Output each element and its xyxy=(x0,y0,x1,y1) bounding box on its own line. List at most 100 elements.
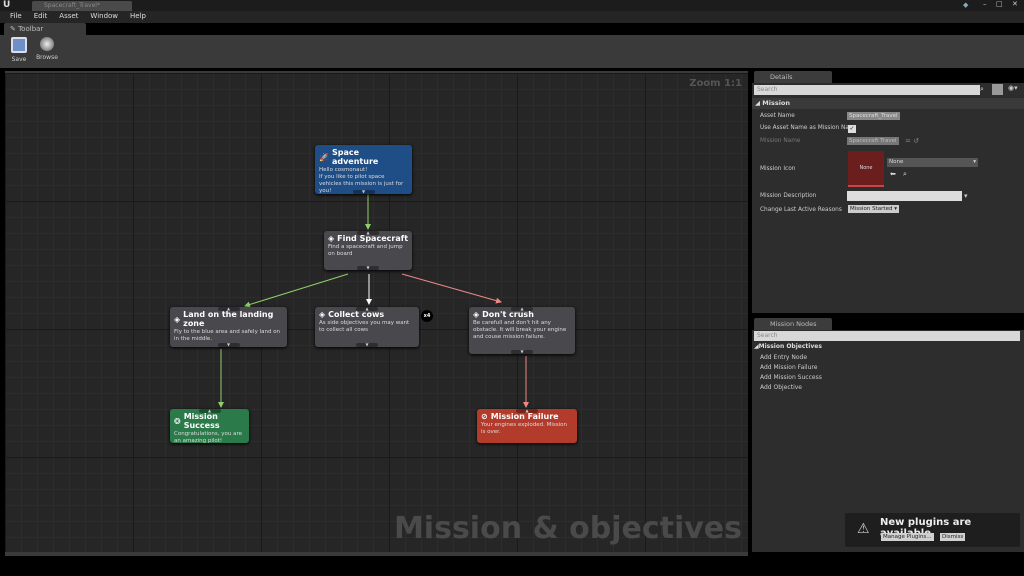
asset-name-label: Asset Name xyxy=(760,113,795,119)
browse-button[interactable]: Browse xyxy=(34,37,60,61)
input-pin[interactable]: ▲ xyxy=(356,307,378,311)
search-icon[interactable]: ⌕ xyxy=(980,85,984,94)
browse-icon[interactable]: ⌕ xyxy=(903,170,907,179)
chevron-down-icon: ▾ xyxy=(973,159,976,165)
output-pin[interactable]: ▼ xyxy=(357,266,379,270)
node-title: Mission Success xyxy=(183,412,220,430)
document-tab[interactable]: Spacecraft_Travel* xyxy=(32,1,132,11)
maximize-button[interactable]: □ xyxy=(996,0,1003,8)
input-pin[interactable]: ▲ xyxy=(198,409,221,413)
section-mission[interactable]: ◢ Mission xyxy=(752,98,1024,109)
node-title: Land on the landing zone xyxy=(183,310,274,328)
close-button[interactable]: ✕ xyxy=(1012,0,1018,8)
nodes-search-input[interactable]: Search xyxy=(754,331,1020,341)
expand-arrow-icon[interactable]: ▾ xyxy=(964,192,968,200)
output-pin[interactable]: ▼ xyxy=(217,343,240,347)
title-bar: U Spacecraft_Travel* ◆ – □ ✕ xyxy=(0,0,1024,11)
menu-edit[interactable]: Edit xyxy=(28,11,54,23)
asset-name-value: Spacecraft_Travel xyxy=(847,112,900,120)
menu-window[interactable]: Window xyxy=(84,11,124,23)
node-mission-success[interactable]: ▲ ❂ Mission Success Congratulations, you … xyxy=(170,409,249,444)
section-title: Mission xyxy=(762,99,791,107)
medal-icon: ❂ xyxy=(174,416,181,426)
node-description: Be carefull and don't hit any obstacle. … xyxy=(473,320,567,340)
graph-canvas[interactable]: Zoom 1:1 🚀 Space adventure Hello cosmonau… xyxy=(5,71,748,552)
notification-icon[interactable]: ◆ xyxy=(963,1,968,9)
use-selected-arrow-icon[interactable]: ⬅ xyxy=(890,170,896,178)
node-list: Add Entry Node Add Mission Failure Add M… xyxy=(760,353,822,393)
node-dont-crush[interactable]: ▲ ◈ Don't crush Be carefull and don't hit… xyxy=(469,307,575,354)
grid-view-icon[interactable] xyxy=(992,84,1003,95)
repeat-count-badge: x4 xyxy=(421,310,433,322)
node-description: Your engines exploded. Mission is over. xyxy=(481,422,568,435)
save-button[interactable]: Save xyxy=(6,37,32,63)
node-description: Congratulations, you are an amazing pilo… xyxy=(174,431,243,444)
mission-nodes-tab[interactable]: Mission Nodes xyxy=(754,318,832,330)
node-description: Fly to the blue area and safely land on … xyxy=(174,329,281,342)
icon-select-value: None xyxy=(889,159,904,165)
input-pin[interactable]: ▲ xyxy=(516,409,538,413)
input-pin[interactable]: ▲ xyxy=(357,231,379,235)
menu-file[interactable]: File xyxy=(4,11,28,23)
input-pin[interactable]: ▲ xyxy=(217,307,240,311)
edge-find-land xyxy=(244,273,349,308)
details-tab-label: Details xyxy=(770,73,793,81)
input-pin[interactable]: ▲ xyxy=(511,307,533,311)
node-title: Find Spacecraft xyxy=(337,234,409,243)
add-mission-failure-item[interactable]: Add Mission Failure xyxy=(760,363,822,373)
graph-watermark: Mission & objectives xyxy=(393,511,742,546)
objective-icon: ◈ xyxy=(328,234,335,243)
objective-icon: ◈ xyxy=(174,314,181,324)
dismiss-button[interactable]: Dismiss xyxy=(940,533,966,541)
node-description: Find a spacecraft and jump on board xyxy=(328,244,403,257)
warning-icon: ⚠ xyxy=(857,521,870,537)
node-collect-cows[interactable]: ▲ ◈ Collect cows As side objectives you m… xyxy=(315,307,419,347)
browse-label: Browse xyxy=(36,54,58,61)
mission-name-value: Spacecraft Travel xyxy=(847,137,899,145)
node-title: Collect cows xyxy=(328,310,385,319)
add-mission-success-item[interactable]: Add Mission Success xyxy=(760,373,822,383)
output-pin[interactable]: ▼ xyxy=(511,350,533,354)
node-land-landing-zone[interactable]: ▲ ◈ Land on the landing zone Fly to the b… xyxy=(170,307,287,347)
mission-name-label: Mission Name xyxy=(760,138,801,144)
add-objective-item[interactable]: Add Objective xyxy=(760,383,822,393)
change-reasons-dropdown[interactable]: Mission Started ▾ xyxy=(848,205,899,213)
edge-find-crush xyxy=(401,273,502,304)
toolbar: Save Browse xyxy=(0,35,1024,68)
node-find-spacecraft[interactable]: ▲ ◈ Find Spacecraft Find a spacecraft and… xyxy=(324,231,412,270)
toolbar-tab-label: Toolbar xyxy=(18,25,44,33)
node-description: As side objectives you may want to colle… xyxy=(319,320,410,333)
wrench-icon: ✎ xyxy=(10,25,19,33)
category-title: Mission Objectives xyxy=(758,343,822,350)
output-pin[interactable]: ▼ xyxy=(356,343,378,347)
mission-description-input[interactable] xyxy=(847,191,962,201)
node-title: Space adventure xyxy=(331,148,379,166)
toolbar-tab[interactable]: ✎ Toolbar xyxy=(4,23,86,35)
objective-icon: ◈ xyxy=(319,310,326,319)
graph-scrollbar[interactable] xyxy=(5,552,748,556)
node-mission-failure[interactable]: ▲ ⊘ Mission Failure Your engines exploded… xyxy=(477,409,577,443)
reset-icon[interactable]: = ↺ xyxy=(905,137,919,145)
mission-icon-select[interactable]: None ▾ xyxy=(887,158,978,167)
menu-asset[interactable]: Asset xyxy=(53,11,84,23)
details-search-input[interactable]: Search xyxy=(754,85,980,95)
manage-plugins-button[interactable]: Manage Plugins... xyxy=(881,533,934,541)
mission-description-label: Mission Description xyxy=(760,193,817,199)
node-space-adventure[interactable]: 🚀 Space adventure Hello cosmonaut! If you… xyxy=(315,145,412,194)
magnifier-icon xyxy=(40,37,54,51)
mission-nodes-tab-label: Mission Nodes xyxy=(770,320,817,328)
change-reasons-label: Change Last Active Reasons xyxy=(760,207,842,213)
rocket-icon: 🚀 xyxy=(319,152,329,162)
category-mission-objectives[interactable]: ◢Mission Objectives xyxy=(754,343,822,350)
eye-icon[interactable]: ◉▾ xyxy=(1008,84,1018,92)
details-panel: Search ⌕ ◉▾ ◢ Mission Asset Name Spacecr… xyxy=(752,83,1024,313)
mission-icon-preview[interactable]: None xyxy=(848,151,884,187)
add-entry-node-item[interactable]: Add Entry Node xyxy=(760,353,822,363)
details-tab[interactable]: Details xyxy=(754,71,832,83)
menu-bar: File Edit Asset Window Help xyxy=(0,11,1024,23)
output-pin[interactable]: ▼ xyxy=(352,190,375,194)
menu-help[interactable]: Help xyxy=(124,11,152,23)
unreal-logo-icon: U xyxy=(3,0,11,10)
use-asset-name-checkbox[interactable]: ✓ xyxy=(848,125,856,133)
minimize-button[interactable]: – xyxy=(983,0,987,8)
